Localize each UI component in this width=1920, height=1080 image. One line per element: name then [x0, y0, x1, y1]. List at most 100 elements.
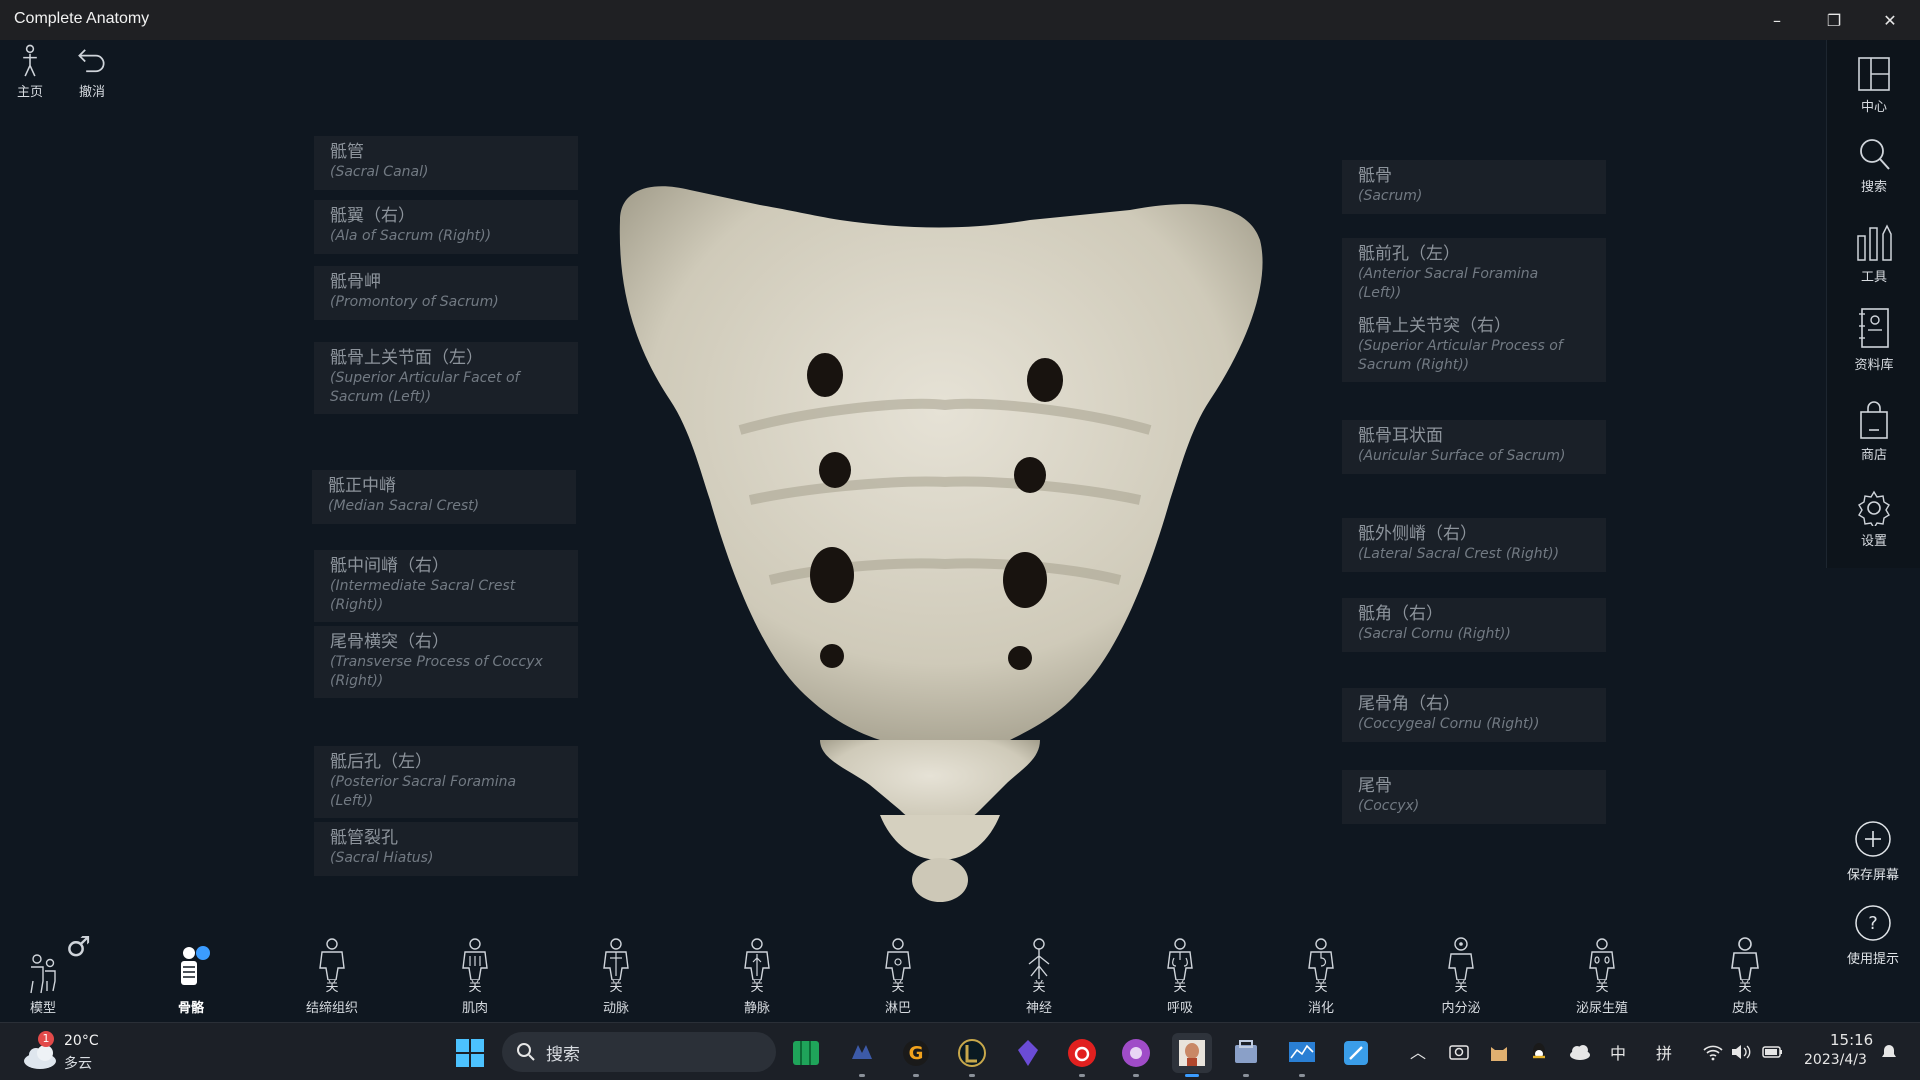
- model-people-icon: [30, 954, 56, 994]
- home-person-icon: [23, 44, 37, 77]
- taskbar-app-crystal[interactable]: [1008, 1033, 1048, 1073]
- system-veins[interactable]: 关 静脉: [702, 930, 812, 1022]
- label-coccyx[interactable]: 尾骨 (Coccyx): [1342, 770, 1606, 824]
- system-urogenital[interactable]: 关 泌尿生殖: [1547, 930, 1657, 1022]
- plus-circle-icon: [1855, 821, 1891, 857]
- rail-library[interactable]: 资料库: [1827, 306, 1920, 373]
- skin-icon: [1731, 937, 1759, 980]
- taskbar-app-lol[interactable]: [952, 1033, 992, 1077]
- label-transverse-process-coccyx[interactable]: 尾骨横突（右） (Transverse Process of Coccyx (R…: [314, 626, 578, 698]
- clock-date[interactable]: 2023/4/3: [1804, 1052, 1867, 1068]
- taskbar-app-green[interactable]: [786, 1033, 826, 1073]
- taskbar-app-g[interactable]: G: [896, 1033, 936, 1077]
- system-endocrine[interactable]: 关 内分泌: [1406, 930, 1516, 1022]
- restore-button[interactable]: ❐: [1806, 0, 1862, 40]
- shop-icon: [1860, 401, 1888, 439]
- lol-app-icon: [958, 1039, 986, 1067]
- tools-icon: [1857, 224, 1892, 261]
- system-muscles[interactable]: 关 肌肉: [420, 930, 530, 1022]
- undo-button[interactable]: 撤消: [62, 44, 122, 100]
- ime-language[interactable]: 中: [1610, 1040, 1626, 1064]
- label-median-sacral-crest[interactable]: 骶正中嵴 (Median Sacral Crest): [312, 470, 576, 524]
- netease-music-icon: [1068, 1039, 1096, 1067]
- system-lymph[interactable]: 关 淋巴: [843, 930, 953, 1022]
- label-ala-of-sacrum[interactable]: 骶翼（右） (Ala of Sacrum (Right)): [314, 200, 578, 254]
- label-superior-articular-facet[interactable]: 骶骨上关节面（左） (Superior Articular Facet of S…: [314, 342, 578, 414]
- tray-camera-icon[interactable]: [1448, 1041, 1470, 1063]
- label-posterior-sacral-foramina[interactable]: 骶后孔（左） (Posterior Sacral Foramina (Left)…: [314, 746, 578, 818]
- label-lateral-sacral-crest[interactable]: 骶外侧嵴（右） (Lateral Sacral Crest (Right)): [1342, 518, 1606, 572]
- clock-time[interactable]: 15:16: [1830, 1031, 1873, 1049]
- taskbar-app-purple[interactable]: [1116, 1033, 1156, 1077]
- nerve-icon: [1028, 938, 1050, 979]
- system-connective-tissue[interactable]: 关 结缔组织: [277, 930, 387, 1022]
- game-app-icon: [852, 1045, 872, 1059]
- rail-tools[interactable]: 工具: [1827, 222, 1920, 285]
- home-button[interactable]: 主页: [0, 44, 60, 100]
- taskbar-app-monitor[interactable]: [1282, 1033, 1322, 1077]
- taskbar-app-complete-anatomy[interactable]: [1172, 1033, 1212, 1077]
- tray-qq-icon[interactable]: [1528, 1041, 1550, 1063]
- label-coccygeal-cornu[interactable]: 尾骨角（右） (Coccygeal Cornu (Right)): [1342, 688, 1606, 742]
- right-rail: 中心 搜索 工具 资料库 商店 设置: [1826, 40, 1920, 568]
- svg-text:G: G: [909, 1043, 924, 1064]
- close-button[interactable]: ✕: [1862, 0, 1918, 40]
- label-anterior-sacral-foramina[interactable]: 骶前孔（左） (Anterior Sacral Foramina (Left)): [1342, 238, 1606, 310]
- rail-center[interactable]: 中心: [1827, 56, 1920, 115]
- notification-icon[interactable]: [1880, 1043, 1898, 1061]
- system-skin[interactable]: 关 皮肤: [1690, 930, 1800, 1022]
- digestive-icon: [1308, 938, 1334, 980]
- weather-widget[interactable]: 1 20°C 多云: [16, 1029, 126, 1075]
- label-auricular-surface[interactable]: 骶骨耳状面 (Auricular Surface of Sacrum): [1342, 420, 1606, 474]
- taskbar-app-game1[interactable]: [842, 1033, 882, 1077]
- spreadsheet-app-icon: [793, 1041, 819, 1065]
- label-sacral-hiatus[interactable]: 骶管裂孔 (Sacral Hiatus): [314, 822, 578, 876]
- male-symbol-icon[interactable]: ♂: [66, 930, 91, 963]
- sacrum-bone-illustration: [619, 186, 1263, 902]
- tray-cat-icon[interactable]: [1488, 1041, 1510, 1063]
- label-sacral-cornu[interactable]: 骶角（右） (Sacral Cornu (Right)): [1342, 598, 1606, 652]
- label-intermediate-sacral-crest[interactable]: 骶中间嵴（右） (Intermediate Sacral Crest (Righ…: [314, 550, 578, 622]
- taskbar-app-blue[interactable]: [1336, 1033, 1376, 1073]
- volume-icon[interactable]: [1730, 1043, 1752, 1061]
- system-nerves[interactable]: 关 神经: [984, 930, 1094, 1022]
- crystal-app-icon: [1018, 1040, 1038, 1066]
- weather-temp: 20°C: [64, 1033, 99, 1049]
- sacrum-model[interactable]: [610, 170, 1280, 910]
- ime-mode[interactable]: 拼: [1656, 1040, 1672, 1064]
- label-promontory[interactable]: 骶骨岬 (Promontory of Sacrum): [314, 266, 578, 320]
- tray-chevron-icon[interactable]: ︿: [1410, 1039, 1426, 1063]
- wifi-icon[interactable]: [1702, 1043, 1724, 1061]
- start-button[interactable]: [450, 1033, 490, 1073]
- label-superior-articular-process[interactable]: 骶骨上关节突（右） (Superior Articular Process of…: [1342, 310, 1606, 382]
- artery-icon: [603, 938, 629, 980]
- blue-app-icon: [1344, 1041, 1368, 1065]
- rail-shop[interactable]: 商店: [1827, 400, 1920, 463]
- anatomy-app-icon: [1179, 1040, 1205, 1066]
- g-app-icon: G: [903, 1040, 929, 1066]
- rail-settings[interactable]: 设置: [1827, 490, 1920, 549]
- rail-search[interactable]: 搜索: [1827, 136, 1920, 195]
- library-icon: [1859, 308, 1889, 348]
- settings-icon: [1858, 490, 1890, 526]
- weather-desc: 多云: [64, 1056, 92, 1072]
- title-bar: Complete Anatomy – ❐ ✕: [0, 0, 1920, 40]
- system-digestive[interactable]: 关 消化: [1266, 930, 1376, 1022]
- battery-icon[interactable]: [1762, 1043, 1784, 1061]
- taskbar-app-tools[interactable]: [1226, 1033, 1266, 1077]
- tray-cloud-icon[interactable]: [1568, 1043, 1592, 1061]
- search-icon: [517, 1043, 535, 1061]
- weather-badge: 1: [38, 1031, 54, 1047]
- system-skeleton[interactable]: 骨骼: [136, 930, 246, 1022]
- system-arteries[interactable]: 关 动脉: [561, 930, 671, 1022]
- minimize-button[interactable]: –: [1749, 0, 1805, 40]
- label-sacrum[interactable]: 骶骨 (Sacrum): [1342, 160, 1606, 214]
- muscle-icon: [462, 938, 488, 980]
- system-respiratory[interactable]: 关 呼吸: [1125, 930, 1235, 1022]
- taskbar-search[interactable]: 搜索: [502, 1032, 776, 1072]
- save-screen-button[interactable]: 保存屏幕: [1826, 820, 1920, 883]
- os-taskbar: 1 20°C 多云 搜索 G ︿ 中 拼 15:16 2023/4/3: [0, 1022, 1920, 1080]
- label-sacral-canal[interactable]: 骶管 (Sacral Canal): [314, 136, 578, 190]
- system-bar: 模型 ♂ 骨骼 关 结缔组织 关 肌肉 关 动脉 关 静脉 关 淋巴 关 神经 …: [0, 930, 1920, 1022]
- taskbar-app-music[interactable]: [1062, 1033, 1102, 1077]
